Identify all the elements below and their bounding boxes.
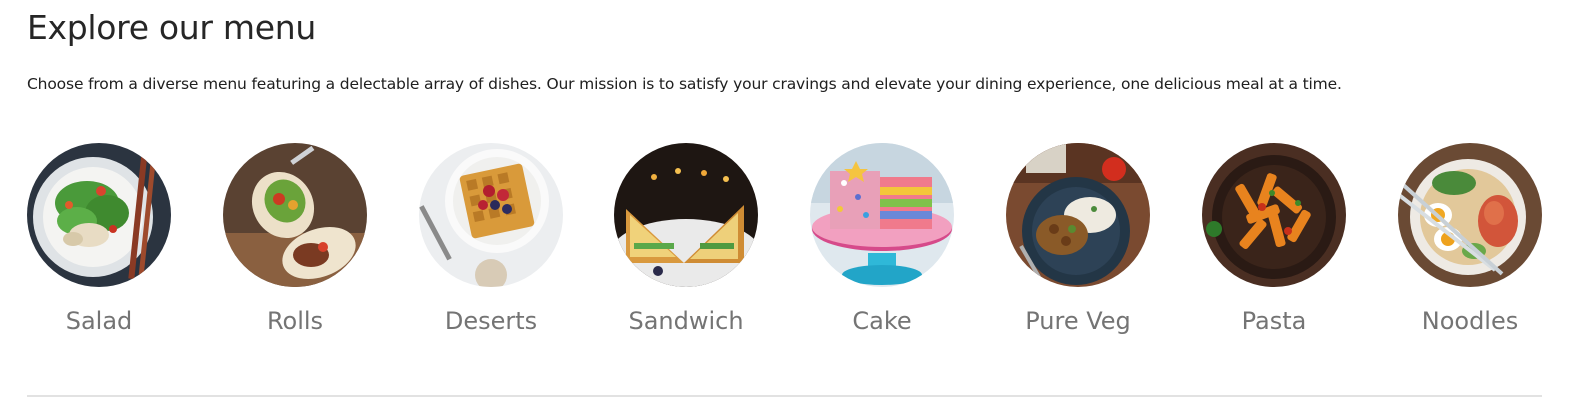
deserts-image[interactable] [419, 143, 563, 287]
menu-item-sandwich[interactable]: Sandwich [614, 143, 758, 335]
menu-item-label: Pasta [1241, 307, 1307, 335]
menu-category-list: Salad Rolls Deserts Sandwich Cake Pure V… [27, 143, 1545, 343]
menu-item-salad[interactable]: Salad [27, 143, 171, 335]
section-title: Explore our menu [27, 8, 316, 47]
menu-item-rolls[interactable]: Rolls [223, 143, 367, 335]
menu-item-deserts[interactable]: Deserts [419, 143, 563, 335]
noodles-image[interactable] [1398, 143, 1542, 287]
cake-image[interactable] [810, 143, 954, 287]
menu-item-label: Salad [65, 307, 133, 335]
section-divider [27, 395, 1542, 397]
menu-item-label: Noodles [1421, 307, 1519, 335]
menu-item-label: Deserts [444, 307, 538, 335]
salad-image[interactable] [27, 143, 171, 287]
pure-veg-image[interactable] [1006, 143, 1150, 287]
menu-item-pasta[interactable]: Pasta [1202, 143, 1346, 335]
sandwich-image[interactable] [614, 143, 758, 287]
pasta-image[interactable] [1202, 143, 1346, 287]
menu-item-label: Sandwich [628, 307, 744, 335]
rolls-image[interactable] [223, 143, 367, 287]
explore-menu-section: Explore our menu Choose from a diverse m… [0, 0, 1573, 407]
menu-item-cake[interactable]: Cake [810, 143, 954, 335]
menu-item-label: Rolls [266, 307, 324, 335]
menu-item-noodles[interactable]: Noodles [1398, 143, 1542, 335]
menu-item-label: Cake [852, 307, 912, 335]
menu-item-pure-veg[interactable]: Pure Veg [1006, 143, 1150, 335]
section-description: Choose from a diverse menu featuring a d… [27, 75, 1342, 93]
menu-item-label: Pure Veg [1025, 307, 1131, 335]
